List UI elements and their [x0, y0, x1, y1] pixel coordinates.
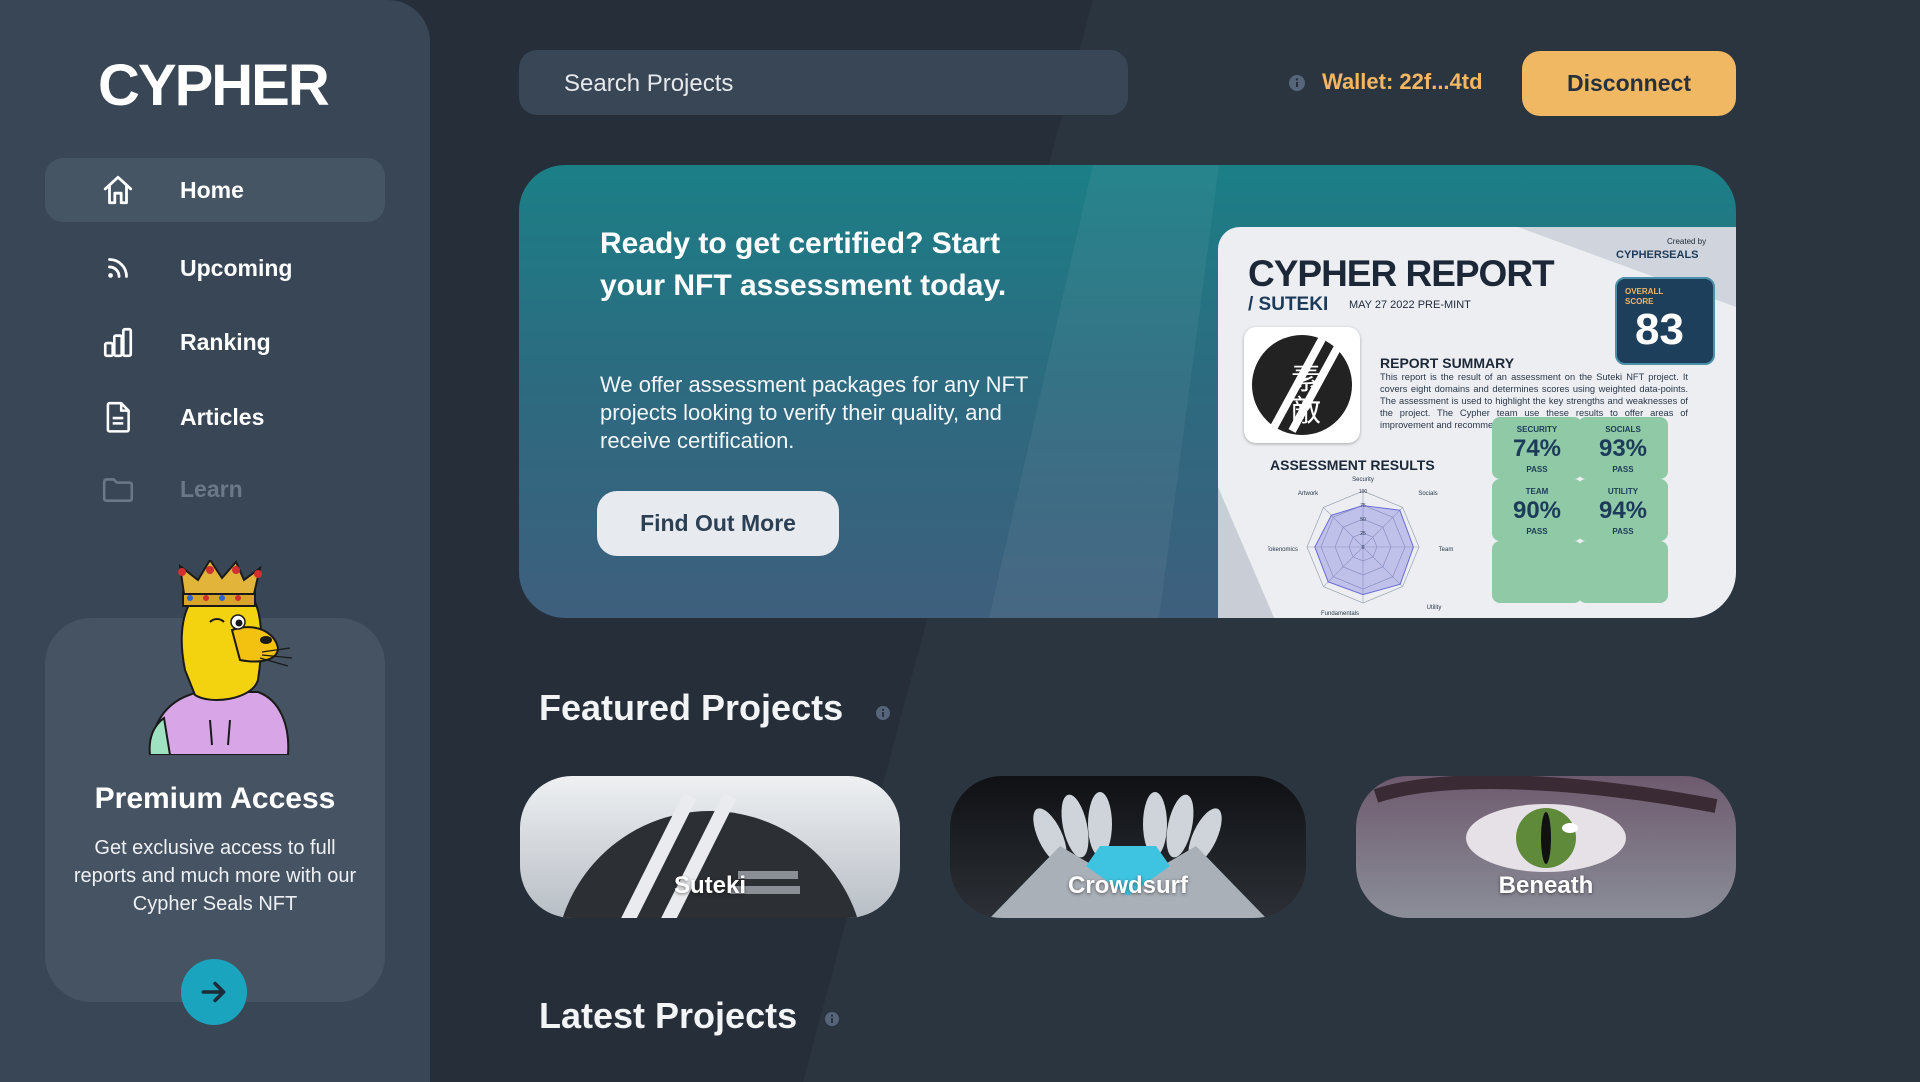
wallet-address: Wallet: 22f...4td — [1322, 69, 1483, 94]
project-card-crowdsurf[interactable]: Crowdsurf — [950, 776, 1306, 918]
assessment-radar-chart: Security Socials Team Utility Fundamentals To… — [1268, 477, 1454, 617]
sidebar-item-upcoming[interactable]: Upcoming — [45, 236, 385, 300]
latest-projects-title: Latest Projects — [539, 995, 798, 1036]
info-icon[interactable] — [1288, 74, 1306, 92]
report-summary-title: REPORT SUMMARY — [1380, 355, 1515, 371]
hero-banner: Ready to get certified? Start your NFT a… — [519, 165, 1736, 618]
disconnect-button[interactable]: Disconnect — [1522, 51, 1736, 116]
premium-arrow-button[interactable] — [181, 959, 247, 1025]
rss-icon — [108, 258, 128, 278]
assessment-badge-team: TEAM 90% PASS — [1492, 479, 1582, 541]
assessment-badge-partial — [1578, 541, 1668, 603]
radar-tick-label: 25 — [1360, 531, 1366, 537]
radar-axis-label: Fundamentals — [1321, 611, 1359, 617]
badge-status: PASS — [1526, 465, 1548, 474]
assessment-badge-utility: UTILITY 94% PASS — [1578, 479, 1668, 541]
assessment-badge-partial — [1492, 541, 1582, 603]
sidebar-item-label: Learn — [180, 475, 243, 502]
document-icon — [106, 401, 130, 433]
badge-status: PASS — [1526, 527, 1548, 536]
project-card-title: Suteki — [673, 872, 747, 899]
premium-title: Premium Access — [94, 782, 336, 815]
info-icon[interactable] — [824, 1011, 840, 1027]
sidebar-item-articles[interactable]: Articles — [45, 385, 385, 449]
seal-mascot-image — [148, 560, 293, 755]
report-subtitle: / SUTEKI — [1248, 294, 1329, 315]
assessment-badge-security: SECURITY 74% PASS — [1492, 417, 1582, 479]
suteki-seal-logo: 素敵 — [1244, 327, 1360, 443]
sidebar-item-label: Ranking — [180, 328, 271, 355]
badge-status: PASS — [1612, 465, 1634, 474]
sidebar-item-label: Home — [180, 176, 244, 203]
bar-chart-icon — [103, 327, 133, 358]
featured-projects-title: Featured Projects — [539, 687, 844, 728]
svg-text:素: 素 — [1291, 362, 1321, 397]
score-label: OVERALL SCORE — [1625, 287, 1664, 306]
overall-score-badge: OVERALL SCORE 83 — [1615, 277, 1715, 365]
project-card-title: Crowdsurf — [1068, 872, 1188, 899]
premium-description: Get exclusive access to full reports and… — [73, 837, 357, 915]
hero-description: We offer assessment packages for any NFT… — [600, 372, 1028, 453]
badge-status: PASS — [1612, 527, 1634, 536]
badge-value: 90% — [1512, 497, 1562, 524]
badge-label: SOCIALS — [1605, 425, 1641, 434]
badge-label: SECURITY — [1516, 425, 1558, 434]
radar-tick-label: 75 — [1360, 503, 1366, 509]
radar-tick-label: 50 — [1360, 517, 1366, 523]
sidebar: CYPHER Home Upcoming Ranking Articles Le… — [0, 0, 430, 1082]
app-logo[interactable]: CYPHER — [98, 52, 330, 119]
report-preview-image: Created by CYPHERSEALS CYPHER REPORT / S… — [1218, 227, 1736, 618]
report-created-by: Created by — [1667, 237, 1707, 246]
assessment-results-title: ASSESSMENT RESULTS — [1270, 457, 1435, 473]
sidebar-item-learn[interactable]: Learn — [45, 457, 385, 521]
badge-value: 74% — [1512, 435, 1562, 462]
report-title: CYPHER REPORT — [1248, 253, 1555, 294]
project-card-beneath[interactable]: Beneath — [1356, 776, 1736, 918]
folder-icon — [102, 478, 134, 502]
report-brand: CYPHERSEALS — [1616, 249, 1699, 261]
assessment-badge-socials: SOCIALS 93% PASS — [1578, 417, 1668, 479]
sidebar-item-ranking[interactable]: Ranking — [45, 310, 385, 374]
svg-text:敵: 敵 — [1291, 394, 1321, 429]
find-out-more-button[interactable]: Find Out More — [597, 491, 839, 556]
radar-axis-label: Security — [1352, 477, 1374, 483]
hero-title: Ready to get certified? Start your NFT a… — [600, 227, 1007, 302]
badge-value: 94% — [1598, 497, 1648, 524]
radar-axis-label: Socials — [1418, 491, 1437, 497]
project-card-title: Beneath — [1498, 872, 1594, 899]
radar-axis-label: Artwork — [1298, 491, 1319, 497]
badge-label: UTILITY — [1607, 487, 1639, 496]
sidebar-item-label: Upcoming — [180, 254, 293, 281]
project-card-suteki[interactable]: Suteki — [520, 776, 900, 918]
sidebar-item-label: Articles — [180, 403, 265, 430]
badge-label: TEAM — [1525, 487, 1549, 496]
info-icon[interactable] — [875, 705, 891, 721]
report-date: MAY 27 2022 PRE-MINT — [1349, 299, 1471, 311]
radar-tick-label: 100 — [1359, 489, 1368, 495]
arrow-right-icon — [201, 981, 226, 1003]
radar-axis-label: Team — [1439, 547, 1454, 553]
score-value: 83 — [1635, 305, 1684, 354]
search-bar[interactable] — [519, 50, 1128, 117]
radar-axis-label: Tokenomics — [1268, 547, 1298, 553]
radar-axis-label: Utility — [1427, 605, 1442, 611]
home-icon — [103, 175, 133, 205]
badge-value: 93% — [1598, 435, 1648, 462]
radar-tick-label: 0 — [1362, 545, 1365, 551]
search-input[interactable] — [562, 50, 1106, 117]
sidebar-item-home[interactable]: Home — [45, 158, 385, 222]
